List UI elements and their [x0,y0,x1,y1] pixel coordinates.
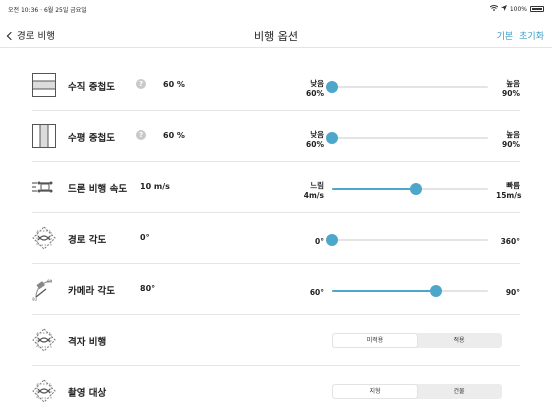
camera-angle-slider: 60° 90° [300,283,520,303]
grid-flight-toggle: 미적용 적용 [332,333,502,348]
drone-speed-icon [32,181,53,193]
slider-min: 느림 4m/s [303,181,324,200]
slider-min: 낮음 60% [306,79,324,98]
status-bar: 오전 10:36 · 6월 25일 금요일 100% [0,0,552,16]
slider-fill [332,188,417,190]
camera-angle-icon: 60 90 [32,279,53,301]
navigation-bar: 경로 비행 비행 옵션 기본 초기화 [0,22,552,48]
slider-max: 높음 90% [502,130,520,149]
slider-thumb[interactable] [326,81,338,93]
help-icon[interactable]: ? [136,130,146,140]
setting-row-path-angle: 경로 각도 0° 0° 360° [32,213,520,264]
path-angle-icon [32,226,56,250]
nav-actions: 기본 초기화 [497,29,544,42]
svg-text:60: 60 [47,279,53,284]
slider-track[interactable] [332,183,488,195]
slider-track[interactable] [326,132,488,144]
setting-label: 촬영 대상 [68,388,107,399]
capture-target-option-terrain[interactable]: 지형 [333,385,417,398]
wifi-icon [489,5,499,13]
slider-max: 높음 90% [502,79,520,98]
setting-row-capture-target: 촬영 대상 지형 건물 [32,366,520,414]
horizontal-overlap-slider: 낮음 60% 높음 90% [300,130,520,150]
slider-max: 빠름 15m/s [496,181,522,200]
horizontal-overlap-icon [32,124,56,148]
setting-label: 카메라 각도 [68,286,116,297]
setting-row-grid-flight: 격자 비행 미적용 적용 [32,315,520,366]
setting-value: 0° [140,233,150,242]
slider-track[interactable] [326,81,488,93]
drone-speed-slider: 느림 4m/s 빠름 15m/s [300,181,522,201]
battery-percent: 100% [509,5,527,13]
battery-icon [530,6,544,12]
slider-min: 낮음 60% [306,130,324,149]
setting-label: 수평 중첩도 [68,133,116,144]
svg-text:90: 90 [32,297,38,301]
vertical-overlap-icon [32,73,56,97]
vertical-overlap-slider: 낮음 60% 높음 90% [300,79,520,99]
setting-row-drone-speed: 드론 비행 속도 10 m/s 느림 4m/s 빠름 15m/s [32,162,522,213]
setting-label: 격자 비행 [68,337,107,348]
slider-thumb[interactable] [326,132,338,144]
help-icon[interactable]: ? [136,79,146,89]
setting-value: 60 % [163,80,185,89]
location-icon [500,5,507,13]
setting-value: 80° [140,284,156,293]
slider-track[interactable] [326,234,488,246]
setting-label: 수직 중첩도 [68,82,116,93]
setting-value: 10 m/s [140,182,170,191]
setting-row-horizontal-overlap: 수평 중첩도 ? 60 % 낮음 60% 높음 90% [32,111,520,162]
setting-value: 60 % [163,131,185,140]
slider-min: 60° [309,288,324,297]
slider-max: 90° [505,288,520,297]
path-angle-slider: 0° 360° [300,232,520,252]
slider-min: 0° [315,237,324,246]
setting-label: 경로 각도 [68,235,107,246]
setting-row-camera-angle: 60 90 카메라 각도 80° 60° 90° [32,264,520,315]
slider-fill [332,290,437,292]
slider-thumb[interactable] [410,183,423,195]
status-indicators: 100% [489,5,544,13]
grid-flight-option-off[interactable]: 미적용 [333,334,417,347]
slider-track[interactable] [332,285,488,297]
grid-flight-icon [32,328,56,352]
grid-flight-option-on[interactable]: 적용 [417,334,501,347]
page-title: 비행 옵션 [254,30,298,43]
status-time-date: 오전 10:36 · 6월 25일 금요일 [8,7,87,14]
setting-row-vertical-overlap: 수직 중첩도 ? 60 % 낮음 60% 높음 90% [32,60,520,111]
slider-thumb[interactable] [326,234,338,246]
reset-button[interactable]: 초기화 [519,29,544,42]
capture-target-toggle: 지형 건물 [332,384,502,399]
capture-target-option-building[interactable]: 건물 [417,385,501,398]
slider-thumb[interactable] [430,285,443,297]
capture-target-icon [32,379,56,403]
default-button[interactable]: 기본 [497,29,514,42]
slider-max: 360° [500,237,520,246]
setting-label: 드론 비행 속도 [68,184,128,195]
